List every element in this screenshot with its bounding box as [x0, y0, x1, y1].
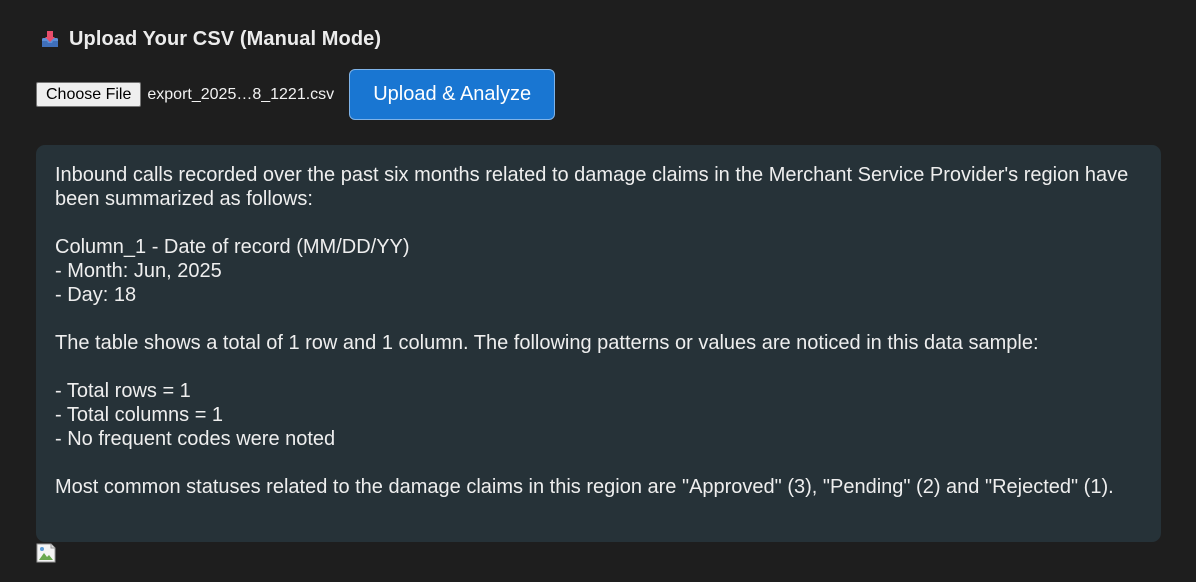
column-detail-month: - Month: Jun, 2025 [55, 260, 222, 282]
upload-analyze-button[interactable]: Upload & Analyze [349, 69, 556, 120]
result-intro: Inbound calls recorded over the past six… [55, 164, 1129, 210]
choose-file-button[interactable]: Choose File [36, 82, 142, 107]
column-detail-day: - Day: 18 [55, 284, 137, 306]
selected-file-name: export_2025…8_1221.csv [147, 85, 335, 103]
stat-frequent-codes: - No frequent codes were noted [55, 428, 336, 450]
page: Upload Your CSV (Manual Mode) Choose Fil… [0, 0, 1196, 582]
broken-image-icon [36, 543, 56, 563]
inbox-tray-icon [40, 29, 60, 49]
column-heading: Column_1 - Date of record (MM/DD/YY) [55, 236, 410, 258]
stat-total-columns: - Total columns = 1 [55, 404, 224, 426]
section-header: Upload Your CSV (Manual Mode) [40, 26, 381, 52]
upload-form: Choose File export_2025…8_1221.csv Uploa… [36, 69, 556, 120]
status-summary: Most common statuses related to the dama… [55, 476, 1114, 498]
stat-total-rows: - Total rows = 1 [55, 380, 191, 402]
analysis-result-panel: Inbound calls recorded over the past six… [36, 145, 1161, 542]
page-title: Upload Your CSV (Manual Mode) [69, 27, 382, 50]
table-summary: The table shows a total of 1 row and 1 c… [55, 332, 1039, 354]
